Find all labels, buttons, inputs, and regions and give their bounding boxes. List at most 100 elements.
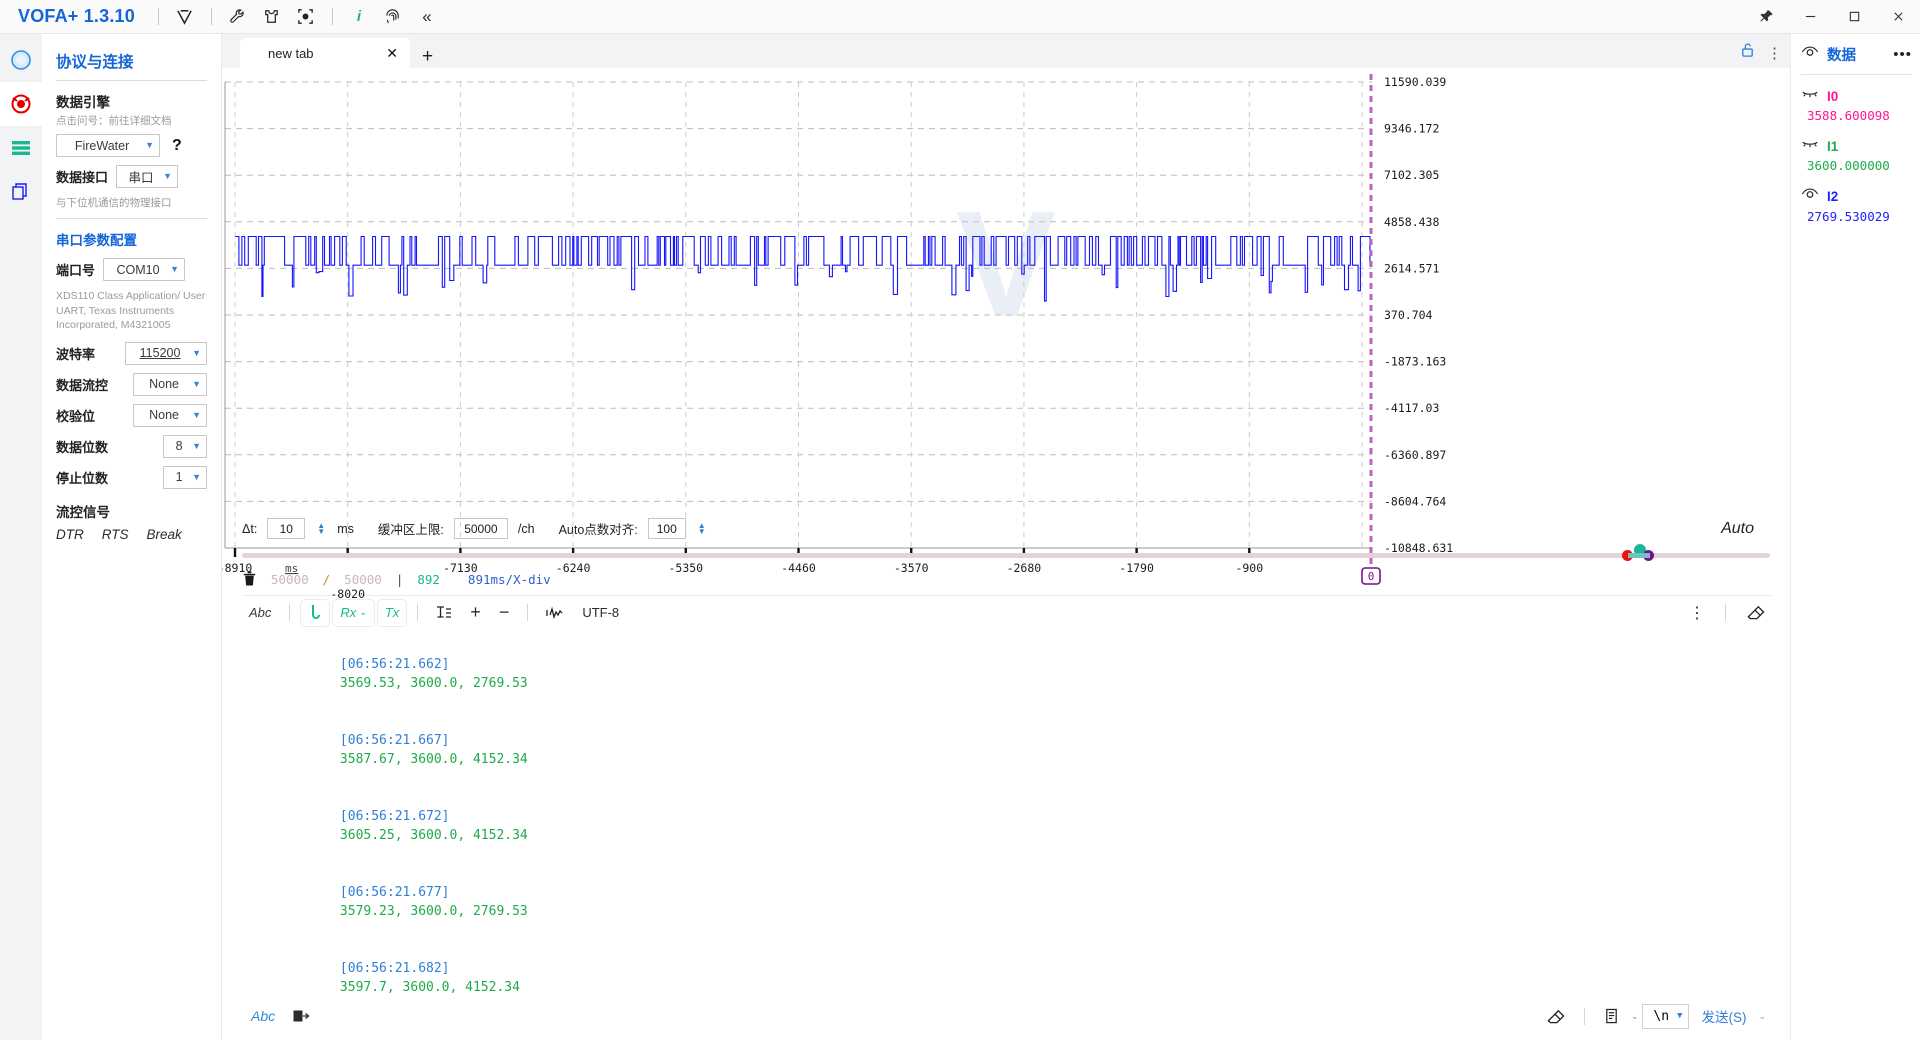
pin-icon[interactable] [1744,0,1788,34]
chevron-down-icon: ▼ [192,471,201,482]
slider-track[interactable] [242,552,1770,558]
log-line: [06:56:21.672] 3605.25, 3600.0, 4152.34 [246,788,1772,864]
channel-name[interactable]: I1 [1827,139,1838,154]
dtr-button[interactable]: DTR [56,527,84,542]
send-chevron-down-icon[interactable]: ⌄ [1758,1011,1766,1021]
eye-closed-icon[interactable] [1801,87,1819,105]
flowcontrol-select[interactable]: None ▼ [133,372,207,396]
tab-close-icon[interactable]: ✕ [368,45,398,62]
channel-item: I2 2769.530029 [1801,187,1912,224]
chevron-down-icon: ⌄ [359,607,367,617]
wrench-icon[interactable] [221,3,255,31]
newline-select[interactable]: \n ▼ [1642,1003,1690,1029]
data-panel-menu-icon[interactable]: ••• [1893,46,1912,63]
log-line: [06:56:21.667] 3587.67, 3600.0, 4152.34 [246,712,1772,788]
eraser-icon[interactable] [1739,600,1772,626]
send-bar: Abc ⌄ \n ▼ 发送(S) ⌄ [242,998,1772,1040]
auto-button[interactable]: Auto [1721,520,1776,538]
data-engine-row: FireWater ▼ ? [56,134,207,158]
divider [157,8,159,25]
waveform-icon[interactable] [539,600,571,626]
channel-header: I0 [1801,87,1912,105]
send-input[interactable] [318,1001,1538,1031]
eraser-icon[interactable] [1538,1002,1573,1030]
svg-text:2614.571: 2614.571 [1384,261,1439,275]
baud-select[interactable]: 115200 ▼ [125,341,207,365]
data-interface-select[interactable]: 串口 ▼ [116,165,179,189]
port-label: 端口号 [56,263,96,279]
send-abc-button[interactable]: Abc [242,1002,284,1030]
baud-row: 波特率 115200 ▼ [56,341,207,365]
svg-text:-8604.764: -8604.764 [1384,494,1446,508]
divider [417,604,419,621]
databits-select[interactable]: 8 ▼ [163,434,207,458]
svg-text:7102.305: 7102.305 [1384,168,1439,182]
databits-label: 数据位数 [56,439,109,455]
port-select[interactable]: COM10 ▼ [103,258,186,282]
rail-item-record[interactable] [0,82,42,126]
maximize-button[interactable] [1832,0,1876,34]
stopbits-select[interactable]: 1 ▼ [163,465,207,489]
chevron-down-icon: ▼ [145,140,154,151]
timeline-slider[interactable] [222,543,1790,565]
send-arrow-icon[interactable] [284,1002,318,1030]
unlock-icon[interactable] [1740,42,1755,63]
eye-icon[interactable] [1801,45,1819,64]
terminal-output[interactable]: [06:56:21.662] 3569.53, 3600.0, 2769.53 … [242,630,1772,999]
collapse-icon[interactable]: « [410,3,444,31]
channel-name[interactable]: I2 [1827,189,1838,204]
waveform-plot[interactable]: V 0 11590.039 9346.172 7102.305 4858.438 2614… [222,68,1790,598]
add-tab-button[interactable]: + [410,47,445,68]
hook-icon[interactable] [301,599,330,626]
svg-text:-1873.163: -1873.163 [1384,355,1446,369]
file-chevron-down-icon[interactable]: ⌄ [1631,1011,1639,1021]
break-button[interactable]: Break [147,527,182,542]
svg-text:0: 0 [1368,570,1375,583]
tab-menu-icon[interactable]: ⋮ [1767,44,1782,62]
channel-name[interactable]: I0 [1827,89,1838,104]
file-icon[interactable] [1596,1002,1627,1030]
close-button[interactable] [1876,0,1920,34]
data-engine-select[interactable]: FireWater ▼ [56,134,160,158]
fingerprint-icon[interactable] [376,3,410,31]
rail-item-layers[interactable] [0,170,42,214]
divider [1583,1007,1585,1025]
terminal-menu-icon[interactable]: ⋮ [1682,600,1712,626]
channel-header: I2 [1801,187,1912,206]
rts-button[interactable]: RTS [102,527,129,542]
target-icon[interactable] [289,3,323,31]
tab-new-tab[interactable]: new tab ✕ [240,38,410,68]
text-align-icon[interactable] [429,600,459,626]
channel-value: 3588.600098 [1807,108,1890,123]
info-icon[interactable]: i [342,3,376,31]
terminal-panel: Abc Rx ⌄ Tx + − UTF-8 ⋮ [06:56:21.662] 3… [242,594,1772,1040]
encoding-label[interactable]: UTF-8 [575,600,626,626]
eye-closed-icon[interactable] [1801,137,1819,155]
help-question-icon[interactable]: ? [172,137,182,155]
font-decrease-button[interactable]: − [492,600,517,626]
stopbits-value: 1 [175,470,183,485]
flowcontrol-row: 数据流控 None ▼ [56,372,207,396]
log-message: 3587.67, 3600.0, 4152.34 [339,751,528,767]
minimize-button[interactable] [1788,0,1832,34]
vofa-logo-icon[interactable] [168,3,202,31]
app-title: VOFA+ 1.3.10 [18,6,135,26]
divider [527,604,529,621]
eye-open-icon[interactable] [1801,187,1819,206]
log-message: 3605.25, 3600.0, 4152.34 [339,827,528,843]
rail-item-list[interactable] [0,126,42,170]
font-increase-button[interactable]: + [463,600,488,626]
terminal-abc-button[interactable]: Abc [242,600,278,626]
data-interface-value: 串口 [128,171,154,186]
rx-label: Rx [340,605,357,620]
parity-select[interactable]: None ▼ [133,403,207,427]
send-button[interactable]: 发送(S) [1693,1006,1754,1026]
shirt-icon[interactable] [255,3,289,31]
rail-item-connect[interactable] [0,38,42,82]
channel-header: I1 [1801,137,1912,155]
log-timestamp: [06:56:21.672] [339,808,450,824]
rx-toggle[interactable]: Rx ⌄ [333,599,374,626]
terminal-toolbar: Abc Rx ⌄ Tx + − UTF-8 ⋮ [242,596,1772,630]
divider [289,604,291,621]
tx-toggle[interactable]: Tx [377,599,407,626]
